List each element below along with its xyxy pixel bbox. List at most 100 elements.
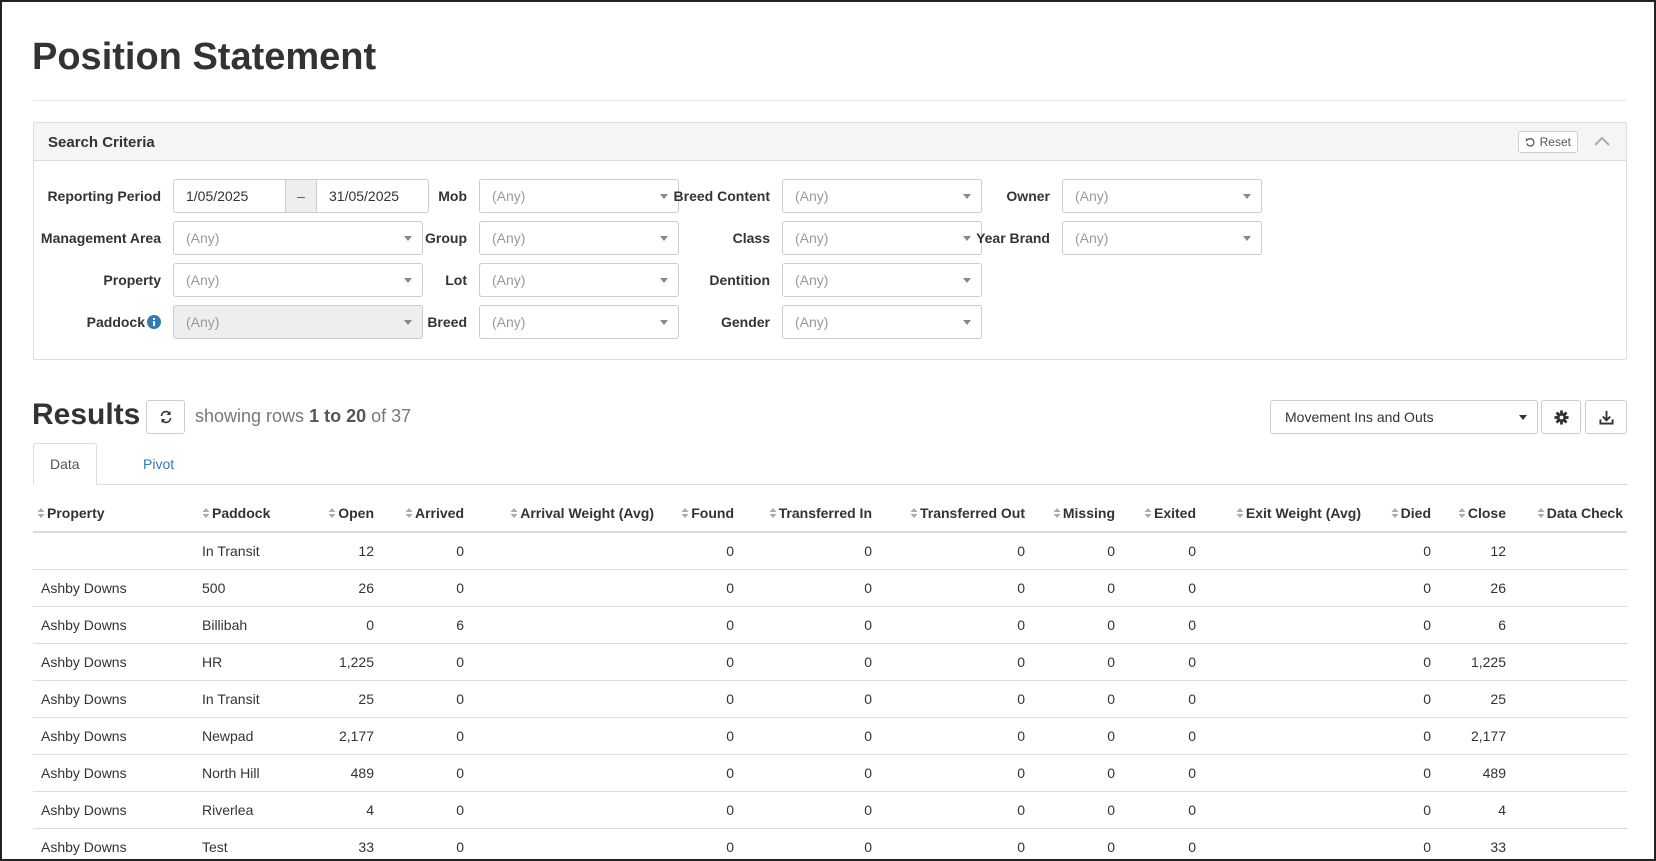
table-cell: 0 — [378, 532, 468, 570]
tab-pivot[interactable]: Pivot — [127, 443, 190, 485]
owner-select[interactable]: (Any) — [1062, 179, 1262, 213]
chevron-down-icon — [963, 236, 971, 241]
table-cell: 0 — [1029, 828, 1119, 859]
column-header[interactable]: Transferred In — [738, 494, 876, 533]
settings-button[interactable] — [1541, 400, 1581, 434]
sort-icon — [681, 507, 689, 518]
column-header[interactable]: Exit Weight (Avg) — [1200, 494, 1365, 533]
table-cell: 0 — [1029, 680, 1119, 718]
app-window: Position Statement Search Criteria Reset… — [0, 0, 1656, 861]
table-cell: 4 — [1435, 791, 1510, 829]
view-select[interactable]: Movement Ins and Outs — [1270, 400, 1538, 434]
undo-icon — [1525, 137, 1535, 147]
table-cell — [1510, 680, 1627, 718]
paddock-select: (Any) — [173, 305, 423, 339]
table-cell — [468, 532, 658, 570]
tab-data[interactable]: Data — [33, 443, 97, 485]
column-header[interactable]: Arrival Weight (Avg) — [468, 494, 658, 533]
year-brand-select[interactable]: (Any) — [1062, 221, 1262, 255]
table-cell — [1510, 569, 1627, 607]
chevron-up-icon[interactable] — [1592, 133, 1612, 149]
sort-icon — [1458, 507, 1466, 518]
date-from-input[interactable]: 1/05/2025 — [174, 180, 285, 212]
table-cell — [1510, 643, 1627, 681]
table-cell: 0 — [876, 828, 1029, 859]
chevron-down-icon — [660, 194, 668, 199]
date-to-input[interactable]: 31/05/2025 — [317, 180, 428, 212]
download-button[interactable] — [1585, 400, 1627, 434]
gender-label: Gender — [720, 314, 770, 330]
table-cell — [468, 791, 658, 829]
group-label: Group — [425, 230, 467, 246]
column-header[interactable]: Data Check — [1510, 494, 1627, 533]
table-cell: 0 — [876, 606, 1029, 644]
gender-select[interactable]: (Any) — [782, 305, 982, 339]
sort-icon — [37, 507, 45, 518]
search-criteria-title: Search Criteria — [48, 134, 155, 151]
table-cell: 0 — [1029, 754, 1119, 792]
table-cell: 0 — [738, 606, 876, 644]
column-header[interactable]: Arrived — [378, 494, 468, 533]
breed-content-select[interactable]: (Any) — [782, 179, 982, 213]
table-cell: 0 — [658, 828, 738, 859]
lot-select[interactable]: (Any) — [479, 263, 679, 297]
class-label: Class — [732, 230, 770, 246]
table-cell: 0 — [1365, 791, 1435, 829]
table-cell: 0 — [658, 680, 738, 718]
table-cell: 0 — [658, 606, 738, 644]
table-cell: 0 — [1365, 532, 1435, 570]
column-header[interactable]: Transferred Out — [876, 494, 1029, 533]
reporting-period-range: 1/05/2025 – 31/05/2025 — [173, 179, 429, 213]
breed-content-label: Breed Content — [673, 188, 770, 204]
table-cell — [468, 828, 658, 859]
management-area-select[interactable]: (Any) — [173, 221, 423, 255]
table-cell: 0 — [1029, 606, 1119, 644]
column-header[interactable]: Paddock — [198, 494, 308, 533]
table-cell — [468, 680, 658, 718]
table-cell: 12 — [1435, 532, 1510, 570]
gear-icon — [1553, 409, 1569, 425]
breed-select[interactable]: (Any) — [479, 305, 679, 339]
table-cell — [1200, 532, 1365, 570]
date-range-separator: – — [285, 180, 317, 212]
column-header[interactable]: Found — [658, 494, 738, 533]
table-cell: HR — [198, 643, 308, 681]
table-cell: 33 — [1435, 828, 1510, 859]
reset-button[interactable]: Reset — [1517, 131, 1578, 153]
column-header[interactable]: Exited — [1119, 494, 1200, 533]
chevron-down-icon — [660, 278, 668, 283]
class-select[interactable]: (Any) — [782, 221, 982, 255]
table-cell: 0 — [1029, 717, 1119, 755]
column-header[interactable]: Property — [33, 494, 198, 533]
table-cell: North Hill — [198, 754, 308, 792]
table-cell: Ashby Downs — [33, 569, 198, 607]
table-cell: 0 — [378, 791, 468, 829]
column-header[interactable]: Open — [308, 494, 378, 533]
search-criteria-header[interactable]: Search Criteria Reset — [34, 123, 1626, 161]
dentition-select[interactable]: (Any) — [782, 263, 982, 297]
group-select[interactable]: (Any) — [479, 221, 679, 255]
sort-icon — [769, 507, 777, 518]
column-header[interactable]: Missing — [1029, 494, 1119, 533]
table-cell: 0 — [658, 717, 738, 755]
table-cell: 0 — [1365, 680, 1435, 718]
dentition-label: Dentition — [709, 272, 770, 288]
results-tabs: Data Pivot — [33, 443, 1627, 485]
table-cell: 2,177 — [308, 717, 378, 755]
column-header[interactable]: Close — [1435, 494, 1510, 533]
table-cell: Riverlea — [198, 791, 308, 829]
column-header-label: Exited — [1153, 504, 1196, 521]
reporting-period-label: Reporting Period — [47, 188, 161, 204]
sort-icon — [510, 507, 518, 518]
column-header[interactable]: Died — [1365, 494, 1435, 533]
table-cell: 25 — [308, 680, 378, 718]
info-icon[interactable] — [147, 315, 161, 329]
table-cell: Ashby Downs — [33, 643, 198, 681]
table-cell: 0 — [1365, 828, 1435, 859]
sort-icon — [1053, 507, 1061, 518]
results-table: Property Paddock Open Arrived Arrival Weight… — [33, 494, 1627, 859]
property-select[interactable]: (Any) — [173, 263, 423, 297]
property-label: Property — [103, 272, 161, 288]
mob-select[interactable]: (Any) — [479, 179, 679, 213]
refresh-button[interactable] — [146, 400, 185, 434]
